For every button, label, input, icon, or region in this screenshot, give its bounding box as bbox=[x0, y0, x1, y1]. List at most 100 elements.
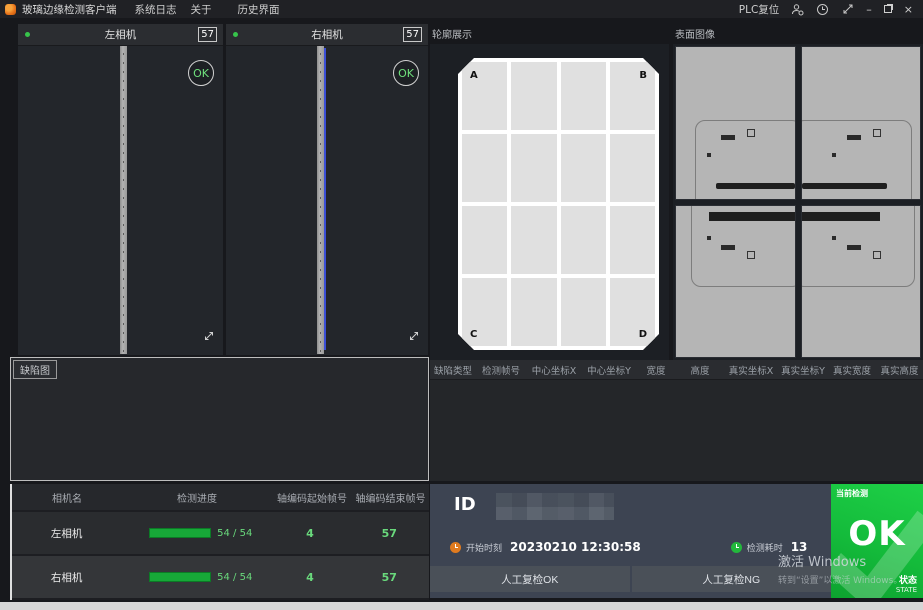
table-row: 右相机 54 / 54 4 57 bbox=[12, 556, 429, 598]
defect-image-panel: 缺陷图 bbox=[10, 357, 429, 481]
right-camera-counter: 57 bbox=[403, 27, 422, 42]
clock-icon[interactable] bbox=[816, 3, 829, 16]
progress-cell: 54 / 54 bbox=[121, 572, 270, 583]
titlebar: 玻璃边缘检测客户端 系统日志 关于 历史界面 PLC复位 – × bbox=[0, 0, 923, 18]
elapsed-clock-icon bbox=[731, 542, 742, 553]
left-camera-panel: 左相机 57 OK bbox=[18, 24, 223, 355]
glass-edge-strip bbox=[317, 46, 324, 354]
start-time-row: 开始时刻 20230210 12:30:58 检测耗时 13 bbox=[450, 540, 807, 554]
end-frame-value: 57 bbox=[350, 571, 429, 584]
col-end-frame: 轴编码结束帧号 bbox=[352, 490, 429, 505]
right-camera-header: 右相机 57 bbox=[226, 24, 428, 46]
end-frame-value: 57 bbox=[350, 527, 429, 540]
camera-name: 右相机 bbox=[12, 570, 121, 585]
menu-history[interactable]: 历史界面 bbox=[238, 2, 280, 17]
surface-image-bottom-left bbox=[675, 205, 796, 359]
surface-image-bottom-right bbox=[801, 205, 922, 359]
progress-text: 54 / 54 bbox=[217, 572, 252, 583]
col-center-x: 中心坐标X bbox=[526, 363, 582, 377]
col-progress: 检测进度 bbox=[122, 490, 272, 505]
menu-about[interactable]: 关于 bbox=[191, 2, 212, 17]
close-button[interactable]: × bbox=[904, 4, 913, 15]
left-camera-header: 左相机 57 bbox=[18, 24, 223, 46]
camera-name: 左相机 bbox=[12, 526, 121, 541]
right-camera-ok-badge: OK bbox=[393, 60, 419, 86]
id-label: ID bbox=[454, 494, 476, 515]
table-row: 左相机 54 / 54 4 57 bbox=[12, 512, 429, 554]
col-real-height: 真实高度 bbox=[876, 363, 923, 377]
surface-panel: 表面图像 bbox=[673, 24, 923, 358]
contour-panel: 轮廓展示 A B C D bbox=[430, 24, 669, 358]
corner-label-b: B bbox=[639, 70, 647, 81]
id-value-redacted bbox=[496, 493, 614, 520]
left-camera-title: 左相机 bbox=[18, 27, 223, 42]
surface-panel-title: 表面图像 bbox=[673, 24, 923, 44]
user-settings-icon[interactable] bbox=[791, 3, 804, 16]
progress-text: 54 / 54 bbox=[217, 528, 252, 539]
badge-status-label: 状态 STATE bbox=[896, 576, 917, 594]
col-start-frame: 轴编码起始帧号 bbox=[272, 490, 352, 505]
left-camera-ok-badge: OK bbox=[188, 60, 214, 86]
contour-view: A B C D bbox=[430, 44, 669, 360]
surface-image-top-left bbox=[675, 46, 796, 200]
col-camera-name: 相机名 bbox=[12, 490, 122, 505]
corner-label-c: C bbox=[470, 329, 477, 340]
start-frame-value: 4 bbox=[270, 571, 349, 584]
contour-panel-title: 轮廓展示 bbox=[430, 24, 669, 44]
detection-result-badge: 当前检测 OK 状态 STATE bbox=[831, 484, 923, 598]
elapsed-value: 13 bbox=[791, 540, 808, 554]
app-window: 玻璃边缘检测客户端 系统日志 关于 历史界面 PLC复位 – × 左相机 57 bbox=[0, 0, 923, 602]
col-frame-no: 检测帧号 bbox=[476, 363, 526, 377]
badge-result-text: OK bbox=[831, 514, 923, 554]
expand-icon[interactable] bbox=[202, 328, 216, 347]
col-real-y: 真实坐标Y bbox=[778, 363, 828, 377]
status-en: STATE bbox=[896, 586, 917, 594]
corner-label-d: D bbox=[639, 329, 647, 340]
defect-table: 缺陷类型 检测帧号 中心坐标X 中心坐标Y 宽度 高度 真实坐标X 真实坐标Y … bbox=[430, 360, 923, 481]
col-real-x: 真实坐标X bbox=[724, 363, 778, 377]
badge-top-label: 当前检测 bbox=[836, 488, 868, 499]
col-center-y: 中心坐标Y bbox=[582, 363, 636, 377]
surface-image-top-right bbox=[801, 46, 922, 200]
left-camera-image: OK bbox=[18, 46, 223, 354]
progress-table-header: 相机名 检测进度 轴编码起始帧号 轴编码结束帧号 bbox=[12, 484, 429, 510]
left-camera-counter: 57 bbox=[198, 27, 217, 42]
progress-bar bbox=[149, 572, 211, 582]
result-panel: ID 开始时刻 20230210 12:30:58 检测耗时 13 人工复检OK… bbox=[430, 484, 923, 598]
right-camera-title: 右相机 bbox=[226, 27, 428, 42]
plc-reset-button[interactable]: PLC复位 bbox=[739, 2, 780, 17]
corner-label-a: A bbox=[470, 70, 478, 81]
start-time-clock-icon bbox=[450, 542, 461, 553]
glass-grid bbox=[462, 62, 655, 346]
expand-icon[interactable] bbox=[407, 328, 421, 347]
scale-icon[interactable] bbox=[841, 3, 854, 16]
desktop-margin bbox=[0, 602, 923, 610]
progress-cell: 54 / 54 bbox=[121, 528, 270, 539]
col-defect-type: 缺陷类型 bbox=[430, 363, 476, 377]
col-width: 宽度 bbox=[636, 363, 676, 377]
menu-system-log[interactable]: 系统日志 bbox=[135, 2, 177, 17]
glass-edge-strip bbox=[120, 46, 127, 354]
col-real-width: 真实宽度 bbox=[828, 363, 876, 377]
progress-bar bbox=[149, 528, 211, 538]
camera-progress-table: 相机名 检测进度 轴编码起始帧号 轴编码结束帧号 左相机 54 / 54 4 5… bbox=[10, 484, 429, 600]
start-time-label: 开始时刻 bbox=[466, 541, 502, 554]
recheck-buttons: 人工复检OK 人工复检NG bbox=[430, 566, 831, 592]
app-title: 玻璃边缘检测客户端 bbox=[22, 2, 117, 17]
status-zh: 状态 bbox=[896, 576, 917, 586]
minimize-button[interactable]: – bbox=[866, 4, 872, 15]
detected-edge-overlay bbox=[324, 48, 326, 350]
right-camera-image: OK bbox=[226, 46, 428, 354]
defect-table-header: 缺陷类型 检测帧号 中心坐标X 中心坐标Y 宽度 高度 真实坐标X 真实坐标Y … bbox=[430, 360, 923, 380]
defect-table-body bbox=[430, 380, 923, 481]
app-logo-icon bbox=[5, 4, 16, 15]
manual-recheck-ok-button[interactable]: 人工复检OK bbox=[430, 566, 630, 592]
start-time-value: 20230210 12:30:58 bbox=[510, 540, 641, 554]
col-height: 高度 bbox=[676, 363, 724, 377]
glass-contour bbox=[458, 58, 659, 350]
start-frame-value: 4 bbox=[270, 527, 349, 540]
restore-button[interactable] bbox=[884, 5, 892, 13]
right-camera-panel: 右相机 57 OK bbox=[226, 24, 428, 355]
elapsed-label: 检测耗时 bbox=[747, 541, 783, 554]
manual-recheck-ng-button[interactable]: 人工复检NG bbox=[632, 566, 832, 592]
